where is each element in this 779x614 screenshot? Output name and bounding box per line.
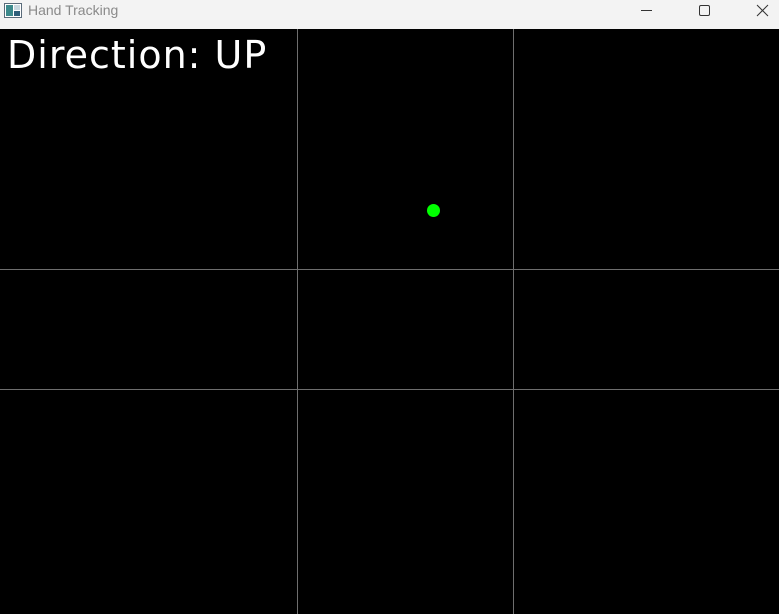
app-window-icon: [4, 3, 22, 18]
maximize-button[interactable]: [675, 0, 733, 21]
minimize-button[interactable]: [617, 0, 675, 21]
tracking-point: [427, 204, 440, 217]
grid-line-horizontal-bottom: [0, 389, 779, 390]
close-button[interactable]: [733, 0, 779, 21]
grid-line-vertical-right: [513, 29, 514, 614]
grid-line-horizontal-top: [0, 269, 779, 270]
window-title: Hand Tracking: [28, 2, 119, 18]
video-canvas: Direction: UP: [0, 29, 779, 614]
title-bar[interactable]: Hand Tracking: [0, 0, 779, 29]
grid-line-vertical-left: [297, 29, 298, 614]
direction-label: Direction: UP: [7, 33, 268, 77]
hand-tracking-window: Hand Tracking Direction: UP: [0, 0, 779, 614]
